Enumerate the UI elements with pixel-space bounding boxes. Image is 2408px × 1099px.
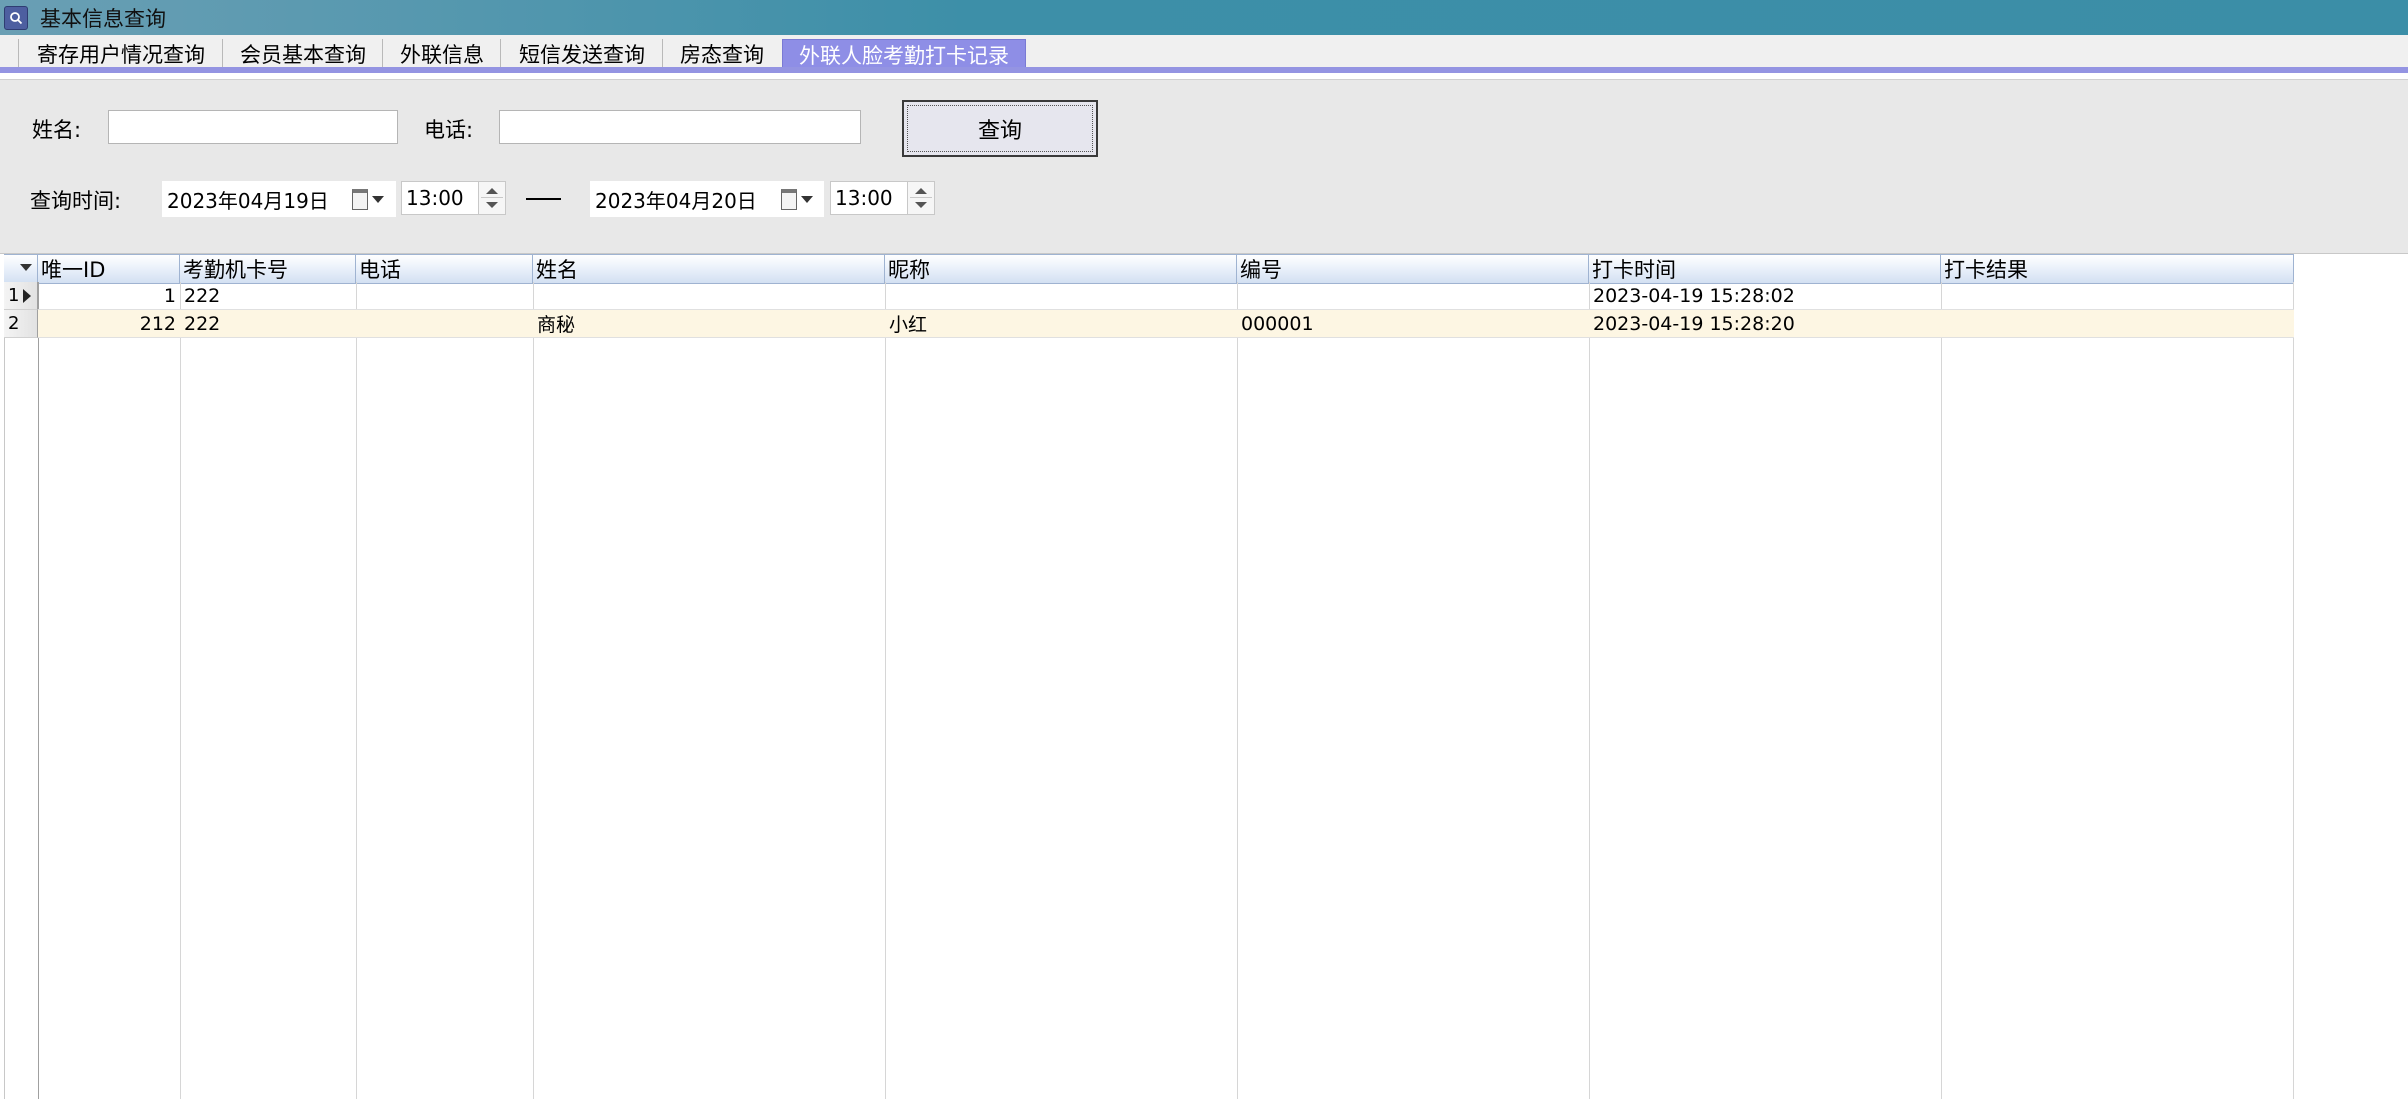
cell-id[interactable]: 212	[38, 310, 180, 338]
start-time-spin-buttons[interactable]	[478, 182, 505, 214]
start-date-value: 2023年04月19日	[167, 188, 329, 213]
cell-punch-time[interactable]: 2023-04-19 15:28:20	[1589, 310, 1941, 338]
window-title: 基本信息查询	[40, 6, 166, 31]
column-header-punch-time[interactable]: 打卡时间	[1589, 255, 1941, 283]
attendance-grid[interactable]: 唯一ID 考勤机卡号 电话 姓名 昵称 编号 打卡时间 打卡结果 1 1 222…	[4, 254, 2294, 1099]
spin-down-icon	[915, 202, 927, 208]
range-separator	[526, 198, 561, 200]
chevron-down-icon	[372, 196, 384, 203]
name-input[interactable]	[108, 110, 398, 144]
cell-punch-time[interactable]: 2023-04-19 15:28:02	[1589, 282, 1941, 310]
name-label: 姓名:	[32, 118, 82, 142]
chevron-down-icon	[20, 264, 32, 271]
column-header-id[interactable]: 唯一ID	[38, 255, 180, 283]
row-indicator[interactable]: 1	[4, 282, 38, 310]
current-row-icon	[23, 288, 32, 303]
search-icon	[4, 5, 28, 30]
tab-room-status[interactable]: 房态查询	[662, 39, 781, 69]
spin-down-icon	[486, 202, 498, 208]
focus-rect	[907, 105, 1093, 152]
chevron-down-icon	[801, 196, 813, 203]
tab-strip: 寄存用户情况查询 会员基本查询 外联信息 短信发送查询 房态查询 外联人脸考勤打…	[0, 35, 2408, 70]
tab-underline	[0, 67, 2408, 73]
column-header-card-no[interactable]: 考勤机卡号	[180, 255, 356, 283]
phone-label: 电话:	[424, 118, 474, 142]
column-header-nickname[interactable]: 昵称	[885, 255, 1237, 283]
column-header-number[interactable]: 编号	[1237, 255, 1589, 283]
cell-name[interactable]: 商秘	[533, 310, 885, 338]
cell-phone[interactable]	[356, 282, 533, 310]
filter-panel	[0, 79, 2408, 254]
cell-punch-result[interactable]	[1941, 282, 2294, 310]
calendar-icon	[352, 189, 368, 210]
start-time-value: 13:00	[406, 186, 464, 210]
window-titlebar: 基本信息查询	[0, 0, 2408, 35]
column-header-phone[interactable]: 电话	[356, 255, 533, 283]
cell-phone[interactable]	[356, 310, 533, 338]
spin-up-icon	[915, 188, 927, 194]
grid-corner[interactable]	[4, 255, 38, 283]
cell-nickname[interactable]	[885, 282, 1237, 310]
end-time-value: 13:00	[835, 186, 893, 210]
spin-up-icon	[486, 188, 498, 194]
tab-face-attendance[interactable]: 外联人脸考勤打卡记录	[782, 39, 1026, 70]
column-header-punch-result[interactable]: 打卡结果	[1941, 255, 2294, 283]
grid-header: 唯一ID 考勤机卡号 电话 姓名 昵称 编号 打卡时间 打卡结果	[4, 254, 2294, 284]
cell-card-no[interactable]: 222	[180, 310, 356, 338]
column-header-name[interactable]: 姓名	[533, 255, 885, 283]
cell-card-no[interactable]: 222	[180, 282, 356, 310]
tab-member-basic[interactable]: 会员基本查询	[222, 39, 383, 69]
row-indicator[interactable]: 2	[4, 310, 38, 338]
phone-input[interactable]	[499, 110, 861, 144]
cell-name[interactable]	[533, 282, 885, 310]
end-time-spinner[interactable]: 13:00	[830, 181, 935, 215]
tab-storage-users[interactable]: 寄存用户情况查询	[18, 39, 223, 69]
query-button[interactable]: 查询	[902, 100, 1098, 157]
end-date-dropdown[interactable]	[781, 189, 813, 210]
table-row[interactable]: 1 222 2023-04-19 15:28:02	[38, 282, 2294, 310]
end-time-spin-buttons[interactable]	[907, 182, 934, 214]
end-date-value: 2023年04月20日	[595, 188, 757, 213]
calendar-icon	[781, 189, 797, 210]
start-date-dropdown[interactable]	[352, 189, 384, 210]
cell-number[interactable]	[1237, 282, 1589, 310]
tab-external-info[interactable]: 外联信息	[382, 39, 501, 69]
table-row[interactable]: 212 222 商秘 小红 000001 2023-04-19 15:28:20	[38, 310, 2294, 338]
cell-punch-result[interactable]	[1941, 310, 2294, 338]
start-time-spinner[interactable]: 13:00	[401, 181, 506, 215]
cell-nickname[interactable]: 小红	[885, 310, 1237, 338]
cell-number[interactable]: 000001	[1237, 310, 1589, 338]
query-time-label: 查询时间:	[30, 189, 122, 213]
tab-sms-query[interactable]: 短信发送查询	[500, 39, 663, 69]
cell-id[interactable]: 1	[38, 282, 180, 310]
